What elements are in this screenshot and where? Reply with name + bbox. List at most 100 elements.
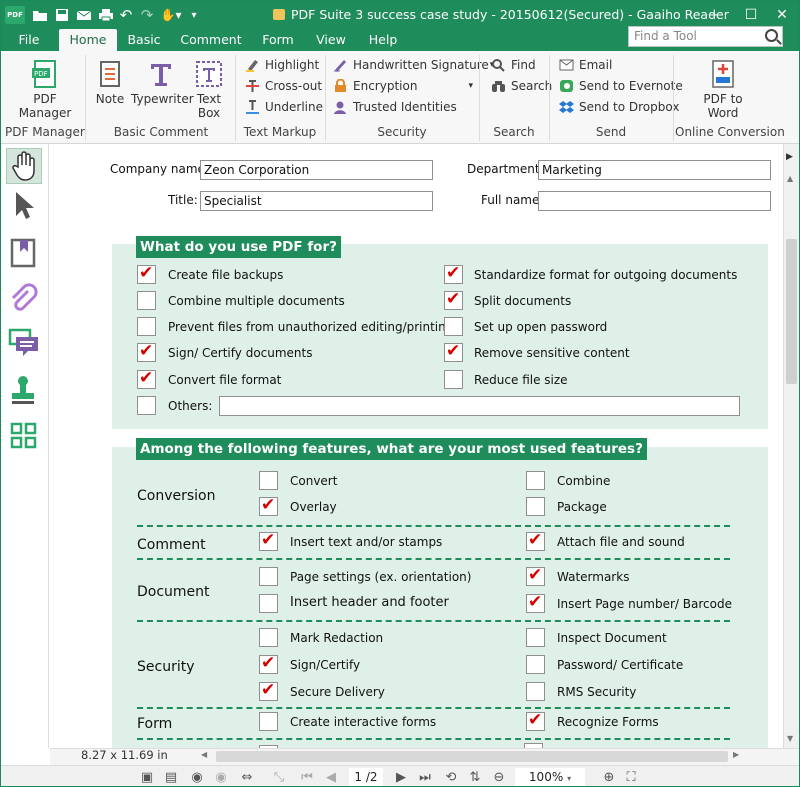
department-field[interactable]: Marketing	[538, 160, 771, 180]
checkbox-rms-security[interactable]	[526, 682, 545, 701]
previous-view-icon[interactable]: ◉	[189, 770, 205, 786]
chevron-down-icon[interactable]: ▾	[567, 774, 571, 783]
fit-page-icon[interactable]: ⤡	[271, 770, 287, 786]
checkbox-insert-text-stamps[interactable]	[259, 530, 278, 551]
find-button[interactable]: Find	[491, 56, 536, 74]
rotate-icon[interactable]: ⟲	[443, 770, 459, 786]
checkbox-recognize-forms[interactable]	[526, 710, 545, 731]
checkbox-mark-redaction[interactable]	[259, 628, 278, 647]
send-to-dropbox-button[interactable]: Send to Dropbox	[559, 98, 679, 116]
previous-page-icon[interactable]: ◀	[323, 770, 339, 786]
checkbox-reduce-file-size[interactable]	[444, 370, 463, 389]
pdf-to-word-button[interactable]: PDF to Word	[695, 55, 751, 120]
checkbox-set-up-open-password[interactable]	[444, 317, 463, 336]
checkbox-attach-file-sound[interactable]	[526, 530, 545, 551]
checkbox-overlay[interactable]	[259, 495, 278, 516]
tab-form[interactable]: Form	[255, 29, 301, 51]
find-tool-input[interactable]: Find a Tool	[628, 26, 783, 47]
tab-comment[interactable]: Comment	[177, 29, 245, 51]
note-button[interactable]: Note	[93, 55, 127, 106]
tab-home[interactable]: Home	[59, 29, 117, 51]
underline-button[interactable]: Underline	[245, 98, 323, 116]
first-page-icon[interactable]: ⏮	[299, 770, 315, 786]
attachment-icon[interactable]	[6, 282, 42, 318]
zoom-in-icon[interactable]: ⊕	[601, 770, 617, 786]
select-page-icon[interactable]: ▣	[139, 770, 155, 786]
checkbox-remove-sensitive-content[interactable]	[444, 341, 463, 362]
close-icon[interactable]: ✕	[767, 3, 797, 27]
undo-icon[interactable]: ↶	[117, 6, 135, 24]
checkbox-split-documents[interactable]	[444, 289, 463, 310]
textbox-button[interactable]: Text Box	[193, 55, 225, 120]
tab-view[interactable]: View	[311, 29, 351, 51]
fullscreen-icon[interactable]: ⛶	[623, 770, 639, 786]
vertical-scroll-thumb[interactable]	[786, 239, 797, 384]
checkbox-prevent-unauthorized[interactable]	[137, 317, 156, 336]
handwritten-signature-button[interactable]: Handwritten Signature ▾	[333, 56, 494, 74]
checkbox-password-certificate[interactable]	[526, 655, 545, 674]
scroll-right-arrow-icon[interactable]: ▶	[733, 750, 739, 759]
tab-help[interactable]: Help	[363, 29, 403, 51]
checkbox-secure-delivery[interactable]	[259, 680, 278, 701]
checkbox-inspect-document[interactable]	[526, 628, 545, 647]
email-icon[interactable]	[75, 6, 93, 24]
snapshot-icon[interactable]: ▤	[163, 770, 179, 786]
zoom-input[interactable]: 100% ▾	[515, 768, 585, 786]
checkbox-combine[interactable]	[526, 471, 545, 490]
save-icon[interactable]	[53, 6, 71, 24]
checkbox-sign-certify[interactable]	[259, 653, 278, 674]
customize-icon[interactable]: ▾	[185, 6, 203, 24]
open-folder-icon[interactable]	[31, 6, 49, 24]
typewriter-button[interactable]: Typewriter	[131, 55, 194, 106]
checkbox-package[interactable]	[526, 497, 545, 516]
scroll-down-arrow-icon[interactable]: ▼	[787, 734, 793, 743]
others-field[interactable]	[219, 396, 740, 416]
checkbox-page-number-barcode[interactable]	[526, 592, 545, 613]
checkbox-watermarks[interactable]	[526, 565, 545, 586]
checkbox-create-file-backups[interactable]	[137, 263, 156, 284]
zoom-out-icon[interactable]: ⊖	[491, 770, 507, 786]
send-to-evernote-button[interactable]: Send to Evernote	[559, 77, 683, 95]
hand-tool-icon[interactable]	[6, 148, 42, 184]
search-button[interactable]: Search	[491, 77, 552, 95]
last-page-icon[interactable]: ⏭	[417, 770, 433, 786]
crossout-button[interactable]: Cross-out	[245, 77, 322, 95]
encryption-button[interactable]: Encryption ▾	[333, 77, 473, 95]
checkbox-sign-certify-documents[interactable]	[137, 341, 156, 362]
scroll-right-arrow-icon[interactable]: ▶	[786, 152, 793, 162]
next-page-icon[interactable]: ▶	[393, 770, 409, 786]
vertical-scrollbar[interactable]: ▶ ▲ ▼	[783, 144, 799, 748]
tab-file[interactable]: File	[9, 29, 49, 51]
full-name-field[interactable]	[538, 191, 771, 211]
bookmark-icon[interactable]	[6, 236, 42, 272]
stamp-icon[interactable]	[6, 372, 42, 408]
checkbox-others[interactable]	[137, 396, 156, 415]
hand-dropdown-icon[interactable]: ✋▾	[159, 6, 183, 24]
pdf-manager-button[interactable]: PDF PDF Manager	[15, 55, 75, 120]
page-number-input[interactable]: 1 /2	[349, 768, 383, 786]
title-field[interactable]: Specialist	[200, 191, 433, 211]
horizontal-scroll-thumb[interactable]	[216, 751, 728, 762]
checkbox-convert-file-format[interactable]	[137, 368, 156, 389]
checkbox-create-interactive-forms[interactable]	[259, 712, 278, 731]
highlight-button[interactable]: Highlight	[245, 56, 319, 74]
continuous-view-icon[interactable]: ⇅	[467, 770, 483, 786]
checkbox-combine-multiple-documents[interactable]	[137, 291, 156, 310]
checkbox-standardize-format[interactable]	[444, 263, 463, 284]
redo-icon[interactable]: ↷	[138, 6, 156, 24]
checkbox-convert[interactable]	[259, 471, 278, 490]
print-icon[interactable]	[97, 6, 115, 24]
comments-icon[interactable]	[6, 326, 42, 362]
company-name-field[interactable]: Zeon Corporation	[200, 160, 433, 180]
tab-basic[interactable]: Basic	[121, 29, 167, 51]
next-view-icon[interactable]: ◉	[213, 770, 229, 786]
select-arrow-icon[interactable]	[6, 188, 42, 224]
email-button[interactable]: Email	[559, 56, 612, 74]
fit-width-icon[interactable]: ⇔	[239, 770, 255, 786]
minimize-icon[interactable]: —	[701, 3, 731, 27]
scroll-left-arrow-icon[interactable]: ◀	[201, 750, 207, 759]
checkbox-page-settings[interactable]	[259, 567, 278, 586]
maximize-icon[interactable]: ☐	[736, 3, 766, 27]
checkbox-header-footer[interactable]	[259, 594, 278, 613]
scroll-up-arrow-icon[interactable]: ▲	[787, 174, 793, 183]
